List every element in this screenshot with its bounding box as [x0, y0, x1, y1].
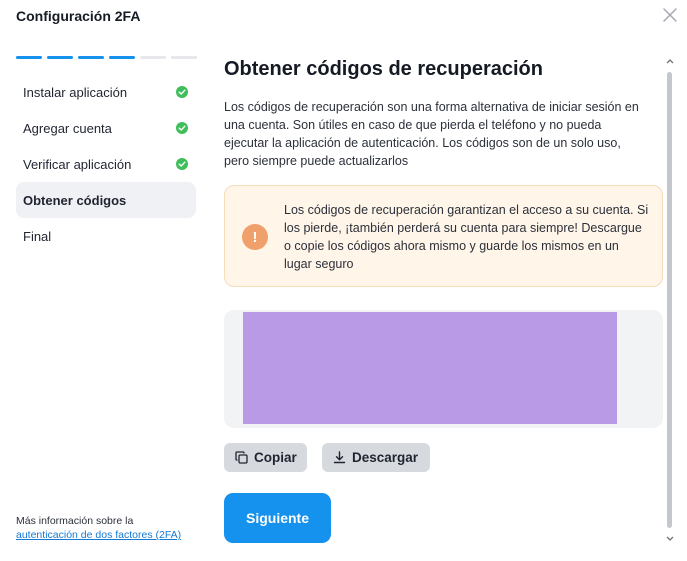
- step-label: Instalar aplicación: [23, 84, 128, 100]
- checkmark-icon: [176, 86, 188, 98]
- main-content: Obtener códigos de recuperación Los códi…: [224, 56, 664, 170]
- progress-segment: [109, 56, 135, 59]
- dialog-title: Configuración 2FA: [16, 8, 141, 24]
- exclamation-icon: !: [242, 224, 268, 250]
- download-button[interactable]: Descargar: [322, 443, 430, 472]
- progress-indicator: [16, 56, 197, 59]
- more-info: Más información sobre la autenticación d…: [16, 514, 206, 542]
- step-obtener-codigos[interactable]: Obtener códigos: [16, 182, 196, 218]
- step-verificar-aplicacion[interactable]: Verificar aplicación: [16, 146, 196, 182]
- page-title: Obtener códigos de recuperación: [224, 58, 543, 80]
- next-button[interactable]: Siguiente: [224, 493, 331, 543]
- chevron-down-icon[interactable]: [666, 536, 674, 542]
- chevron-up-icon[interactable]: [666, 58, 674, 64]
- download-icon: [333, 451, 346, 464]
- step-instalar-aplicacion[interactable]: Instalar aplicación: [16, 74, 196, 110]
- scrollbar-thumb[interactable]: [667, 72, 672, 528]
- step-agregar-cuenta[interactable]: Agregar cuenta: [16, 110, 196, 146]
- warning-text: Los códigos de recuperación garantizan e…: [284, 203, 649, 271]
- copy-label: Copiar: [254, 450, 297, 465]
- checkmark-icon: [176, 122, 188, 134]
- recovery-codes-box: [224, 310, 663, 428]
- step-label: Verificar aplicación: [23, 156, 132, 172]
- steps-list: Instalar aplicación Agregar cuenta Verif…: [16, 74, 196, 254]
- download-label: Descargar: [352, 450, 419, 465]
- close-icon[interactable]: [661, 6, 679, 24]
- progress-segment: [47, 56, 73, 59]
- scrollbar[interactable]: [664, 56, 676, 544]
- progress-segment: [16, 56, 42, 59]
- checkmark-icon: [176, 158, 188, 170]
- progress-segment: [171, 56, 197, 59]
- more-info-text: Más información sobre la: [16, 515, 134, 527]
- step-final[interactable]: Final: [16, 218, 196, 254]
- redacted-codes: [243, 312, 617, 424]
- description: Los códigos de recuperación son una form…: [224, 100, 639, 168]
- 2fa-info-link[interactable]: autenticación de dos factores (2FA): [16, 529, 181, 541]
- step-label: Final: [23, 228, 52, 244]
- warning-banner: ! Los códigos de recuperación garantizan…: [224, 185, 663, 287]
- progress-segment: [140, 56, 166, 59]
- copy-button[interactable]: Copiar: [224, 443, 307, 472]
- step-label: Agregar cuenta: [23, 120, 112, 136]
- copy-icon: [235, 451, 248, 464]
- progress-segment: [78, 56, 104, 59]
- step-label: Obtener códigos: [23, 192, 127, 208]
